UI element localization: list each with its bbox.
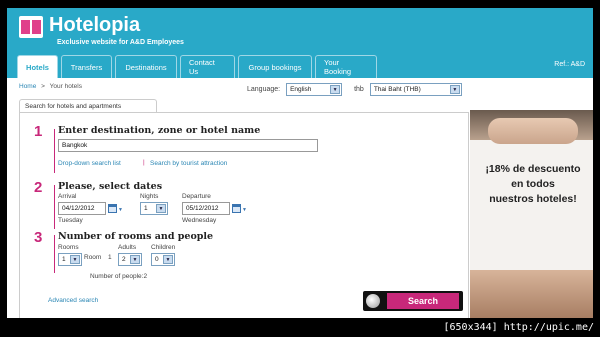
hand-image (470, 270, 593, 318)
step-3-number: 3 (34, 229, 43, 246)
brand-name[interactable]: Hotelopia (49, 14, 140, 37)
chevron-down-icon: ▼ (163, 255, 173, 264)
currency-select[interactable]: Thai Baht (THB) ▼ (369, 83, 462, 96)
children-select[interactable]: 0 ▼ (151, 253, 175, 266)
step-3-title: Number of rooms and people (58, 231, 214, 242)
calendar-icon[interactable]: ▼ (232, 202, 247, 214)
departure-weekday: Wednesday (182, 217, 217, 224)
tab-hotels[interactable]: Hotels (17, 55, 58, 78)
rooms-label: Rooms (58, 244, 79, 251)
language-value: English (290, 86, 312, 93)
step-1-title: Enter destination, zone or hotel name (58, 125, 261, 136)
chevron-down-icon: ▼ (130, 255, 140, 264)
language-label: Language: (247, 86, 281, 93)
adults-value: 2 (122, 256, 126, 263)
nights-value: 1 (144, 205, 148, 212)
image-watermark: [650x344] http://upic.me/ (443, 322, 594, 333)
arrival-weekday: Tuesday (58, 217, 83, 224)
search-button[interactable]: Search (363, 291, 463, 311)
adults-select[interactable]: 2 ▼ (118, 253, 142, 266)
hand-fingers-image (488, 118, 578, 144)
departure-date-input[interactable]: 05/12/2012 (182, 202, 230, 215)
search-form-tab[interactable]: Search for hotels and apartments (19, 99, 157, 112)
breadcrumb-home-link[interactable]: Home (19, 83, 36, 90)
reference-label: Ref.: A&D (554, 61, 585, 68)
step-1-divider (54, 129, 55, 173)
children-value: 0 (155, 256, 159, 263)
browser-page: Hotelopia Exclusive website for A&D Empl… (7, 8, 593, 318)
tab-your-booking[interactable]: Your Booking (315, 55, 377, 78)
tourist-attraction-search-link[interactable]: Search by tourist attraction (150, 160, 227, 167)
site-header: Hotelopia Exclusive website for A&D Empl… (7, 8, 593, 78)
main-nav-tabs: Hotels Transfers Destinations Contact Us… (17, 55, 377, 78)
breadcrumb: Home > Your hotels (19, 83, 82, 90)
language-select[interactable]: English ▼ (286, 83, 343, 96)
step-2-number: 2 (34, 179, 43, 196)
calendar-icon[interactable]: ▼ (108, 202, 123, 214)
tab-contact-us[interactable]: Contact Us (180, 55, 235, 78)
rooms-select[interactable]: 1 ▼ (58, 253, 82, 266)
step-1-number: 1 (34, 123, 43, 140)
chevron-down-icon: ▼ (156, 204, 166, 213)
chevron-down-icon: ▼ (330, 85, 341, 94)
room-label: Room (84, 254, 102, 261)
tab-group-bookings[interactable]: Group bookings (238, 55, 312, 78)
promo-line-3: nuestros hoteles! (489, 193, 577, 205)
currency-label: thb (354, 86, 364, 93)
chevron-down-icon: ▼ (449, 85, 460, 94)
arrival-label: Arrival (58, 193, 77, 200)
advanced-search-link[interactable]: Advanced search (48, 297, 98, 304)
promo-line-1: ¡18% de descuento (485, 163, 581, 175)
tab-destinations[interactable]: Destinations (115, 55, 177, 78)
breadcrumb-current: Your hotels (49, 83, 82, 90)
promo-text: ¡18% de descuento en todos nuestros hote… (474, 162, 592, 207)
link-separator: | (143, 159, 145, 166)
search-button-label: Search (387, 293, 459, 309)
dropdown-search-list-link[interactable]: Drop-down search list (58, 160, 121, 167)
currency-value: Thai Baht (THB) (373, 86, 421, 93)
step-3-divider (54, 235, 55, 273)
promo-line-2: en todos (511, 178, 555, 190)
room-number: 1 (108, 254, 112, 261)
rooms-value: 1 (62, 256, 66, 263)
search-form: 1 Enter destination, zone or hotel name … (19, 112, 469, 318)
destination-input[interactable]: Bangkok (58, 139, 318, 152)
adults-label: Adults (118, 244, 137, 251)
departure-label: Departure (182, 193, 211, 200)
breadcrumb-separator: > (41, 83, 45, 90)
children-label: Children (151, 244, 176, 251)
locale-controls: Language: English ▼ thb Thai Baht (THB) … (247, 83, 462, 96)
hotelopia-logo-icon[interactable] (19, 16, 43, 38)
people-count: Number of people:2 (90, 273, 148, 280)
nights-select[interactable]: 1 ▼ (140, 202, 168, 215)
step-2-divider (54, 185, 55, 229)
tab-transfers[interactable]: Transfers (61, 55, 112, 78)
chevron-down-icon: ▼ (70, 255, 80, 264)
nights-label: Nights (140, 193, 159, 200)
arrival-date-input[interactable]: 04/12/2012 (58, 202, 106, 215)
site-tagline: Exclusive website for A&D Employees (57, 39, 184, 46)
step-2-title: Please, select dates (58, 181, 163, 192)
promo-banner[interactable]: ¡18% de descuento en todos nuestros hote… (470, 110, 593, 318)
search-button-knob (366, 294, 380, 308)
